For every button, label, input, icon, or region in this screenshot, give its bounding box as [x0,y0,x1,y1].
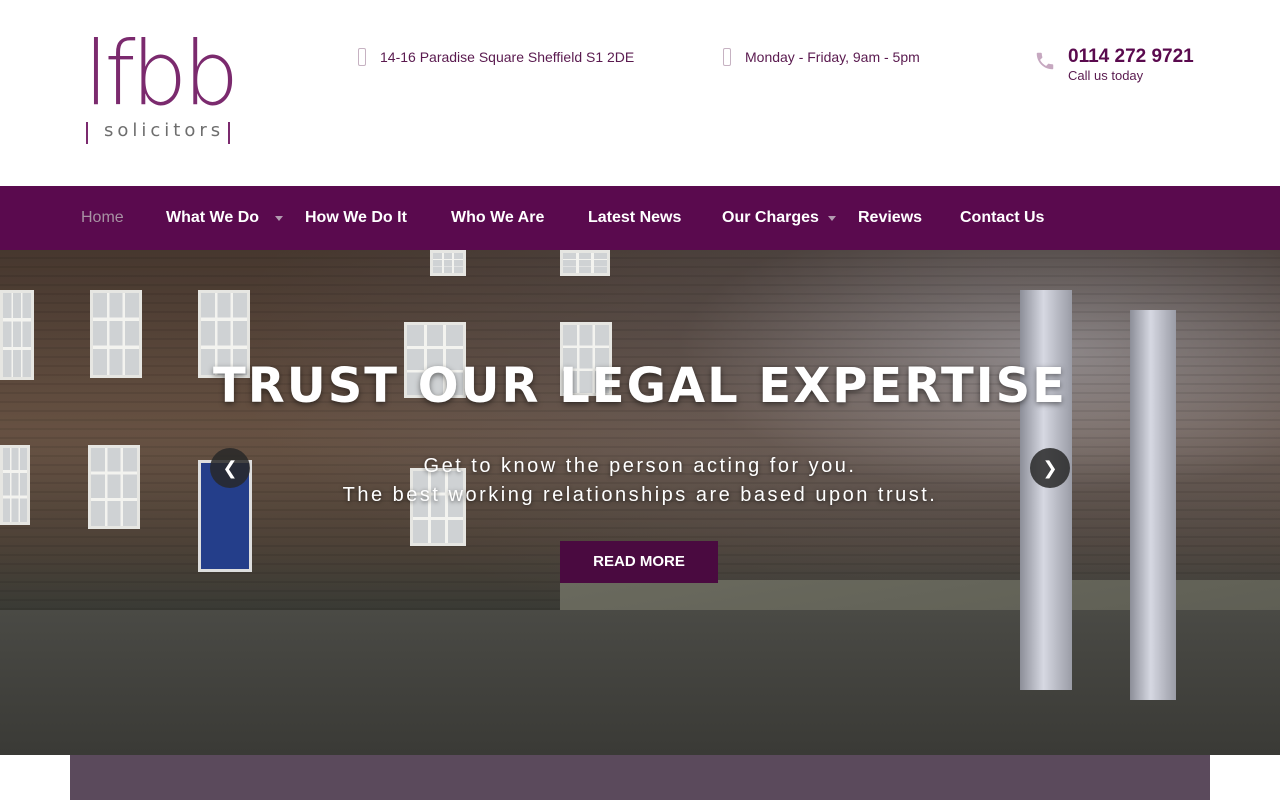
read-more-button[interactable]: READ MORE [560,541,718,583]
logo-subtitle: solicitors [84,120,232,144]
logo-subtitle-text: solicitors [104,120,225,141]
logo[interactable]: lfbb solicitors [84,22,239,148]
hero-window [560,250,610,276]
hours-info: Monday - Friday, 9am - 5pm [723,48,920,66]
hero-window [410,468,466,546]
nav-item-who-we-are[interactable]: Who We Are [451,186,544,250]
nav-item-contact-us[interactable]: Contact Us [960,186,1044,250]
nav-item-latest-news[interactable]: Latest News [588,186,681,250]
hero-window [430,250,466,276]
phone-icon [1036,52,1054,70]
slider-next-button[interactable]: ❯ [1030,448,1070,488]
nav-item-reviews[interactable]: Reviews [858,186,922,250]
hero-title: TRUST OUR LEGAL EXPERTISE [213,358,1067,414]
chevron-right-icon: ❯ [1042,458,1058,478]
phone-number[interactable]: 0114 272 9721 [1068,46,1194,68]
chevron-down-icon[interactable] [828,216,836,221]
nav-item-home[interactable]: Home [81,186,124,250]
chevron-left-icon: ❮ [222,458,238,478]
chevron-down-icon[interactable] [275,216,283,221]
nav-item-how-we-do-it[interactable]: How We Do It [305,186,407,250]
hero-subtitle: The best working relationships are based… [342,484,938,506]
hours-text: Monday - Friday, 9am - 5pm [745,49,920,65]
hero-road [0,610,1280,755]
logo-wordmark: lfbb [84,22,239,125]
logo-divider [228,122,230,144]
content-panel [70,755,1210,800]
nav-item-our-charges[interactable]: Our Charges [722,186,819,250]
clock-icon [723,48,731,66]
hero-subtitle: Get to know the person acting for you. [423,455,857,477]
address-info: 14-16 Paradise Square Sheffield S1 2DE [358,48,634,66]
location-icon [358,48,366,66]
main-nav: Home What We Do How We Do It Who We Are … [0,186,1280,250]
phone-subtext: Call us today [1068,68,1144,83]
site-header: lfbb solicitors 14-16 Paradise Square Sh… [0,0,1280,186]
hero-slider: TRUST OUR LEGAL EXPERTISE Get to know th… [0,250,1280,755]
logo-divider [86,122,88,144]
nav-item-what-we-do[interactable]: What We Do [166,186,259,250]
address-text: 14-16 Paradise Square Sheffield S1 2DE [380,49,635,65]
slider-prev-button[interactable]: ❮ [210,448,250,488]
